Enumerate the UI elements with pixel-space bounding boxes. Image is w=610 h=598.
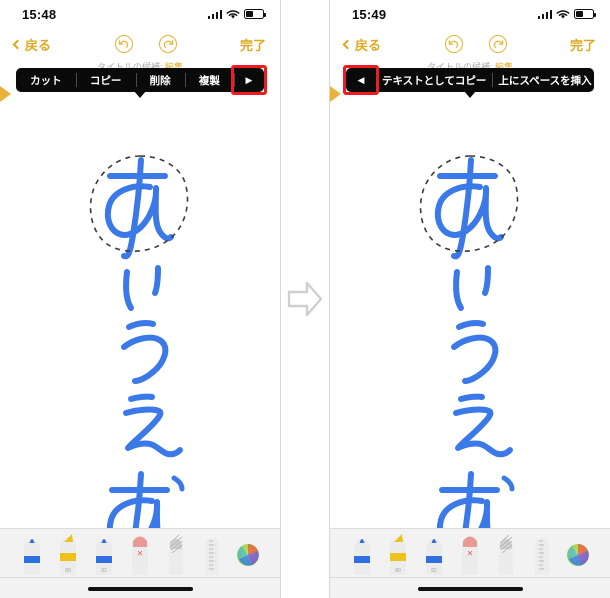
context-menu-pointer	[134, 91, 146, 98]
menu-prev-page-button[interactable]: ◀	[346, 68, 376, 92]
color-picker[interactable]	[563, 529, 593, 577]
context-menu-before: カット コピー 削除 複製 ▶	[0, 65, 280, 98]
ruler-tool[interactable]	[527, 529, 557, 577]
back-button[interactable]: 戻る	[342, 35, 382, 54]
nav-center-actions	[51, 35, 240, 53]
context-menu-bar: ◀ テキストとしてコピー 上にスペースを挿入 ▶	[346, 68, 594, 92]
undo-button[interactable]	[114, 35, 133, 53]
pencil-tool[interactable]: 82	[419, 529, 449, 577]
undo-icon	[118, 40, 128, 48]
pen-tool[interactable]	[347, 529, 377, 577]
menu-item-cut[interactable]: カット	[16, 68, 76, 92]
svg-text:80: 80	[395, 568, 401, 574]
undo-button[interactable]	[444, 35, 463, 53]
redo-icon	[493, 40, 503, 48]
tool-list: 80 82 ✕	[0, 529, 280, 577]
context-menu-after: ◀ テキストとしてコピー 上にスペースを挿入 ▶	[330, 65, 610, 98]
menu-item-insert-space-above[interactable]: 上にスペースを挿入	[492, 68, 594, 92]
status-clock: 15:48	[22, 6, 57, 22]
back-button-label: 戻る	[25, 37, 52, 53]
highlighter-tool[interactable]: 80	[383, 529, 413, 577]
drawing-tool-palette-before: 80 82 ✕	[0, 528, 280, 598]
cellular-bars-icon	[537, 9, 552, 19]
redo-button[interactable]	[488, 35, 507, 53]
svg-text:80: 80	[65, 568, 71, 574]
pencil-tool[interactable]: 82	[89, 529, 119, 577]
redo-icon	[163, 40, 173, 48]
battery-icon	[574, 9, 596, 19]
redo-button[interactable]	[158, 35, 177, 53]
home-indicator-area	[330, 577, 610, 598]
menu-item-copy[interactable]: コピー	[75, 68, 136, 92]
wifi-icon	[556, 9, 570, 19]
left-edge-marker	[330, 86, 341, 102]
menu-item-copy-as-text[interactable]: テキストとしてコピー	[376, 68, 492, 92]
menu-next-page-button[interactable]: ▶	[234, 68, 264, 92]
context-menu-pointer	[464, 91, 476, 98]
home-indicator[interactable]	[417, 586, 523, 591]
pen-tool[interactable]	[17, 529, 47, 577]
comparison-stage: 15:48 戻る 完了 タイトルの候補: 編集 カット コピー 削除 複製 ▶ …	[0, 0, 610, 598]
svg-text:✕: ✕	[137, 549, 144, 558]
svg-text:82: 82	[431, 568, 437, 574]
menu-item-duplicate[interactable]: 複製	[184, 68, 234, 92]
color-picker[interactable]	[233, 529, 263, 577]
svg-text:✕: ✕	[467, 549, 474, 558]
chevron-left-icon	[342, 39, 353, 49]
status-bar: 15:49	[330, 0, 610, 28]
status-indicators	[207, 9, 266, 20]
cellular-bars-icon	[207, 9, 222, 19]
handwriting-ink-after	[419, 155, 519, 560]
drawing-tool-palette-after: 80 82 ✕	[330, 528, 610, 598]
status-clock: 15:49	[352, 6, 387, 22]
phone-screen-after: 15:49 戻る 完了 タイトルの候補: 編集 ◀ テキストとしてコピー 上にス…	[329, 0, 610, 598]
arrow-right-outline-icon	[287, 281, 323, 317]
svg-text:82: 82	[101, 568, 107, 574]
back-button-label: 戻る	[355, 37, 382, 53]
done-button[interactable]: 完了	[570, 35, 596, 54]
tool-list: 80 82 ✕	[330, 529, 610, 577]
transition-gap	[281, 0, 329, 598]
left-edge-marker	[0, 86, 11, 102]
ruler-tool[interactable]	[197, 529, 227, 577]
highlighter-tool[interactable]: 80	[53, 529, 83, 577]
battery-icon	[244, 9, 266, 19]
navigation-bar: 戻る 完了	[330, 28, 610, 60]
lasso-tool[interactable]	[491, 529, 521, 577]
eraser-tool[interactable]: ✕	[455, 529, 485, 577]
back-button[interactable]: 戻る	[12, 35, 52, 54]
navigation-bar: 戻る 完了	[0, 28, 280, 60]
document-canvas-after[interactable]: タイトルの候補: 編集 ◀ テキストとしてコピー 上にスペースを挿入	[330, 60, 610, 560]
document-canvas-before[interactable]: タイトルの候補: 編集 カット コピー 削除 複製 ▶	[0, 60, 280, 560]
status-indicators	[537, 9, 596, 20]
chevron-left-icon	[12, 39, 23, 49]
home-indicator[interactable]	[87, 586, 193, 591]
context-menu-bar: カット コピー 削除 複製 ▶	[16, 68, 264, 92]
wifi-icon	[226, 9, 240, 19]
phone-screen-before: 15:48 戻る 完了 タイトルの候補: 編集 カット コピー 削除 複製 ▶ …	[0, 0, 281, 598]
menu-item-delete[interactable]: 削除	[135, 68, 185, 92]
nav-center-actions	[381, 35, 570, 53]
eraser-tool[interactable]: ✕	[125, 529, 155, 577]
status-bar: 15:48	[0, 0, 280, 28]
lasso-tool[interactable]	[161, 529, 191, 577]
done-button[interactable]: 完了	[240, 35, 266, 54]
undo-icon	[448, 40, 458, 48]
handwriting-ink-before	[89, 155, 189, 560]
home-indicator-area	[0, 577, 280, 598]
